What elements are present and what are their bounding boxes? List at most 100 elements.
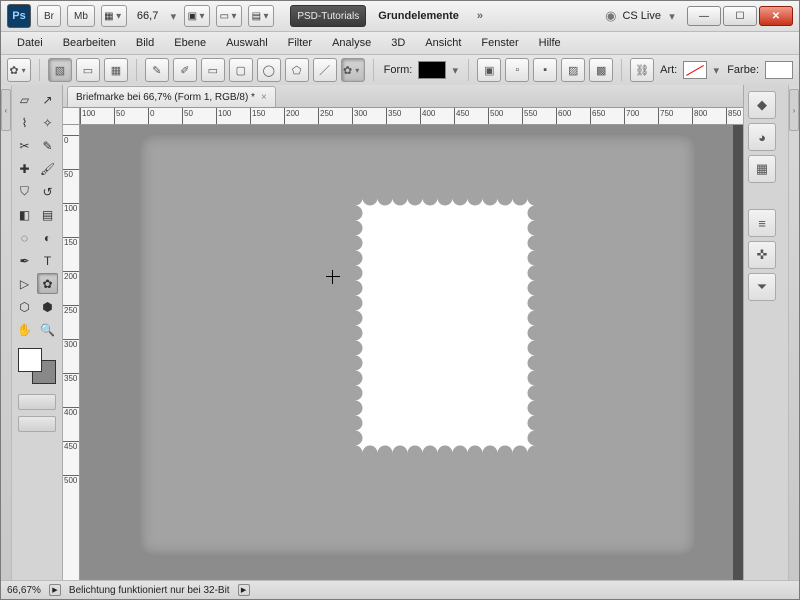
window-close-button[interactable]: ✕ [759,6,793,26]
path-mode[interactable]: ▭ [76,58,100,82]
fill-pixel-mode[interactable]: ▦ [104,58,128,82]
history-brush-tool[interactable]: ↺ [37,181,58,202]
menu-bearbeiten[interactable]: Bearbeiten [53,34,126,52]
hand-tool[interactable]: ✋ [14,319,35,340]
menu-auswahl[interactable]: Auswahl [216,34,278,52]
menu-datei[interactable]: Datei [7,34,53,52]
adjust-panel-icon[interactable]: ≡ [748,209,776,237]
menu-fenster[interactable]: Fenster [471,34,528,52]
history-panel-icon[interactable]: ⏷ [748,273,776,301]
art-label: Art: [658,64,679,76]
brush-tool[interactable]: 🖌 [37,158,58,179]
pen-icon[interactable]: ✎ [145,58,169,82]
zoom-readout[interactable]: 66,7 [133,10,162,22]
path-op-add[interactable]: ▫ [505,58,529,82]
dodge-tool[interactable]: ◐ [37,227,58,248]
roundrect-shape-icon[interactable]: ▢ [229,58,253,82]
quickmask-toggle[interactable] [18,394,56,410]
path-op-new[interactable]: ▣ [477,58,501,82]
doc-tab[interactable]: Briefmarke bei 66,7% (Form 1, RGB/8) * × [67,86,276,107]
status-bar: 66,67% ▶ Belichtung funktioniert nur bei… [1,580,799,599]
style-dropdown-icon[interactable]: ▾ [711,64,721,77]
right-expand-icon[interactable]: › [789,89,799,131]
status-message: Belichtung funktioniert nur bei 32-Bit [69,585,230,596]
left-expand-icon[interactable]: ‹ [1,89,11,131]
close-icon[interactable]: × [261,92,267,103]
workspace-active[interactable]: PSD-Tutorials [290,5,366,27]
layers-panel-icon[interactable]: ◆ [748,91,776,119]
path-op-exclude[interactable]: ▩ [589,58,613,82]
zoom-tool[interactable]: 🔍 [37,319,58,340]
move-arrow-tool[interactable]: ↗ [37,89,58,110]
char-panel-icon[interactable]: ✜ [748,241,776,269]
canvas-viewport[interactable] [80,125,733,581]
custom-shape-icon[interactable]: ✿▾ [341,58,365,82]
window-minimize-button[interactable]: — [687,6,721,26]
freeform-pen-icon[interactable]: ✐ [173,58,197,82]
3d-cam-tool[interactable]: ⬢ [37,296,58,317]
arrange-button[interactable]: ▭▾ [216,5,242,27]
app-logo: Ps [7,4,31,28]
path-sel-tool[interactable]: ▷ [14,273,35,294]
wand-tool[interactable]: ✧ [37,112,58,133]
status-play-icon[interactable]: ▶ [49,584,61,596]
pen-tool[interactable]: ✒ [14,250,35,271]
color-panel-icon[interactable]: ◕ [748,123,776,151]
custom-shape-tool[interactable]: ✿ [37,273,58,294]
ellipse-shape-icon[interactable]: ◯ [257,58,281,82]
app-window: Ps Br Mb ▦▾ 66,7▾ ▣▾ ▭▾ ▤▾ PSD-Tutorials… [0,0,800,600]
rect-shape-icon[interactable]: ▭ [201,58,225,82]
workspace-more-icon[interactable]: » [471,10,489,22]
crop-tool[interactable]: ✂ [14,135,35,156]
color-picker[interactable] [765,61,793,79]
fg-swatch[interactable] [18,348,42,372]
path-op-intersect[interactable]: ▨ [561,58,585,82]
menu-ansicht[interactable]: Ansicht [415,34,471,52]
cslive-label[interactable]: CS Live [622,10,661,22]
eyedrop-tool[interactable]: ✎ [37,135,58,156]
gradient-tool[interactable]: ▤ [37,204,58,225]
type-tool[interactable]: T [37,250,58,271]
3d-tool[interactable]: ⬡ [14,296,35,317]
zoom-dropdown-icon[interactable]: ▾ [168,10,178,23]
workspace-other[interactable]: Grundelemente [372,10,465,22]
canvas[interactable] [140,135,695,555]
link-icon[interactable]: ⛓ [630,58,654,82]
status-more-icon[interactable]: ▶ [238,584,250,596]
vertical-ruler: 050100150200250300350400450500 [63,125,80,581]
ruler-origin[interactable] [63,108,80,124]
status-zoom[interactable]: 66,67% [7,585,41,596]
window-maximize-button[interactable]: ☐ [723,6,757,26]
doc-tab-bar: Briefmarke bei 66,7% (Form 1, RGB/8) * × [63,85,743,108]
tool-preset-button[interactable]: ✿▾ [7,58,31,82]
minibridge-button[interactable]: Mb [67,5,95,27]
style-picker[interactable] [683,61,707,79]
shape-picker[interactable] [418,61,446,79]
healing-tool[interactable]: ✚ [14,158,35,179]
menu-bild[interactable]: Bild [126,34,164,52]
color-swatches[interactable] [18,348,56,384]
menu-analyse[interactable]: Analyse [322,34,381,52]
polygon-shape-icon[interactable]: ⬠ [285,58,309,82]
eraser-tool[interactable]: ◧ [14,204,35,225]
screenmode-toggle[interactable] [18,416,56,432]
menu-3d[interactable]: 3D [381,34,415,52]
line-shape-icon[interactable]: ／ [313,58,337,82]
shape-picker-dropdown-icon[interactable]: ▾ [450,64,460,77]
menu-filter[interactable]: Filter [278,34,322,52]
layout-button[interactable]: ▦▾ [101,5,127,27]
stamp-tool[interactable]: ⛉ [14,181,35,202]
move-tool[interactable]: ▱ [14,89,35,110]
cursor-crosshair-icon [326,270,340,284]
swatches-panel-icon[interactable]: ▦ [748,155,776,183]
blur-tool[interactable]: ◌ [14,227,35,248]
menu-hilfe[interactable]: Hilfe [529,34,571,52]
shape-layer-mode[interactable]: ▧ [48,58,72,82]
screenmode-button[interactable]: ▣▾ [184,5,210,27]
extras-button[interactable]: ▤▾ [248,5,274,27]
horizontal-ruler: 1005005010015020025030035040045050055060… [63,108,743,125]
lasso-tool[interactable]: ⌇ [14,112,35,133]
menu-ebene[interactable]: Ebene [164,34,216,52]
bridge-button[interactable]: Br [37,5,61,27]
path-op-subtract[interactable]: ▪ [533,58,557,82]
